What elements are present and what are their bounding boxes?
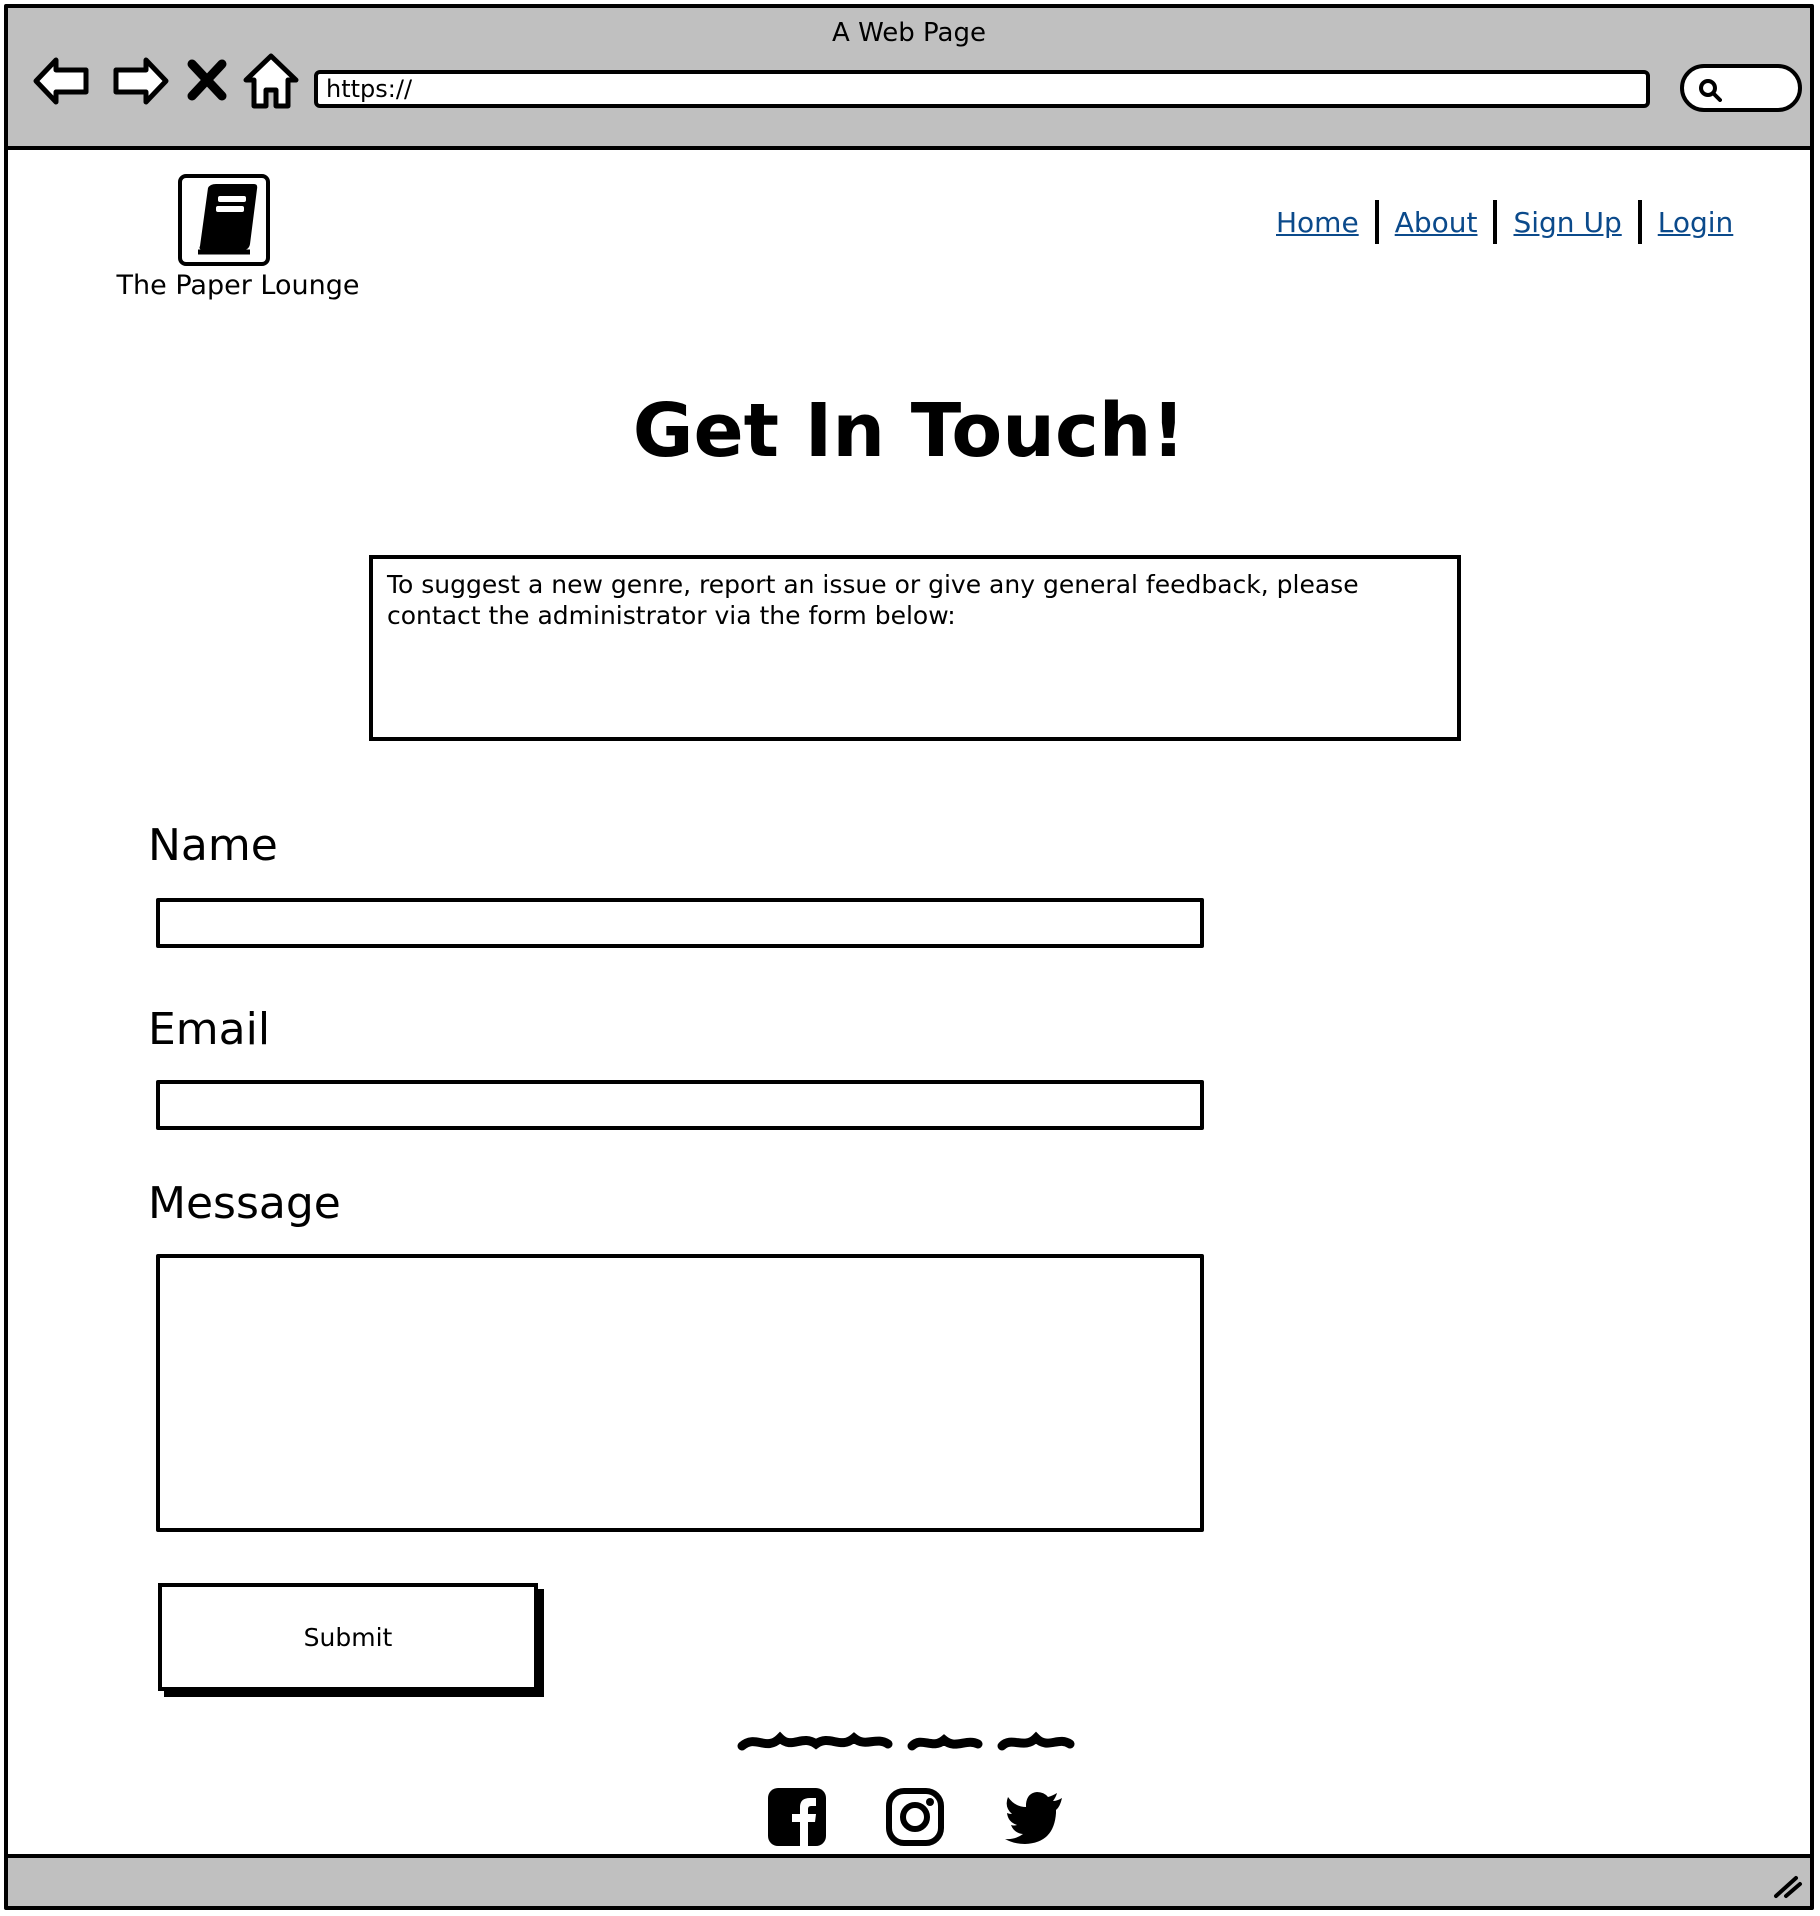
site-name: The Paper Lounge [116,270,360,301]
nav-link-login[interactable]: Login [1642,206,1750,239]
facebook-icon[interactable] [766,1786,828,1848]
search-icon [1699,79,1722,102]
submit-button[interactable]: Submit [158,1583,538,1691]
message-field[interactable] [156,1254,1204,1532]
window-title: A Web Page [832,18,986,48]
browser-window: A Web Page https:// The Paper Lounge Hom… [4,4,1814,1910]
email-label: Email [148,1004,271,1055]
forward-arrow-icon[interactable] [108,50,170,112]
browser-toolbar: A Web Page [8,8,1810,150]
close-icon[interactable] [182,50,232,112]
instagram-icon[interactable] [884,1786,946,1848]
nav-link-home[interactable]: Home [1260,206,1375,239]
email-field[interactable] [156,1080,1204,1130]
message-label: Message [148,1178,341,1229]
name-field[interactable] [156,898,1204,948]
home-icon[interactable] [240,50,302,112]
book-icon[interactable] [178,174,270,266]
nav-link-about[interactable]: About [1379,206,1494,239]
url-bar[interactable] [314,70,1650,108]
status-bar [8,1854,1810,1906]
name-label: Name [148,820,278,871]
nav-link-signup[interactable]: Sign Up [1497,206,1637,239]
twitter-icon[interactable] [1004,1786,1066,1848]
browser-search-box[interactable] [1680,64,1802,112]
intro-text-box: To suggest a new genre, report an issue … [369,555,1461,741]
back-arrow-icon[interactable] [32,50,94,112]
url-input[interactable] [318,74,1636,104]
footer-scribble [737,1731,1075,1751]
main-nav: Home About Sign Up Login [1260,198,1749,246]
page-title: Get In Touch! [632,388,1186,474]
resize-grip-icon[interactable] [1770,1866,1804,1900]
